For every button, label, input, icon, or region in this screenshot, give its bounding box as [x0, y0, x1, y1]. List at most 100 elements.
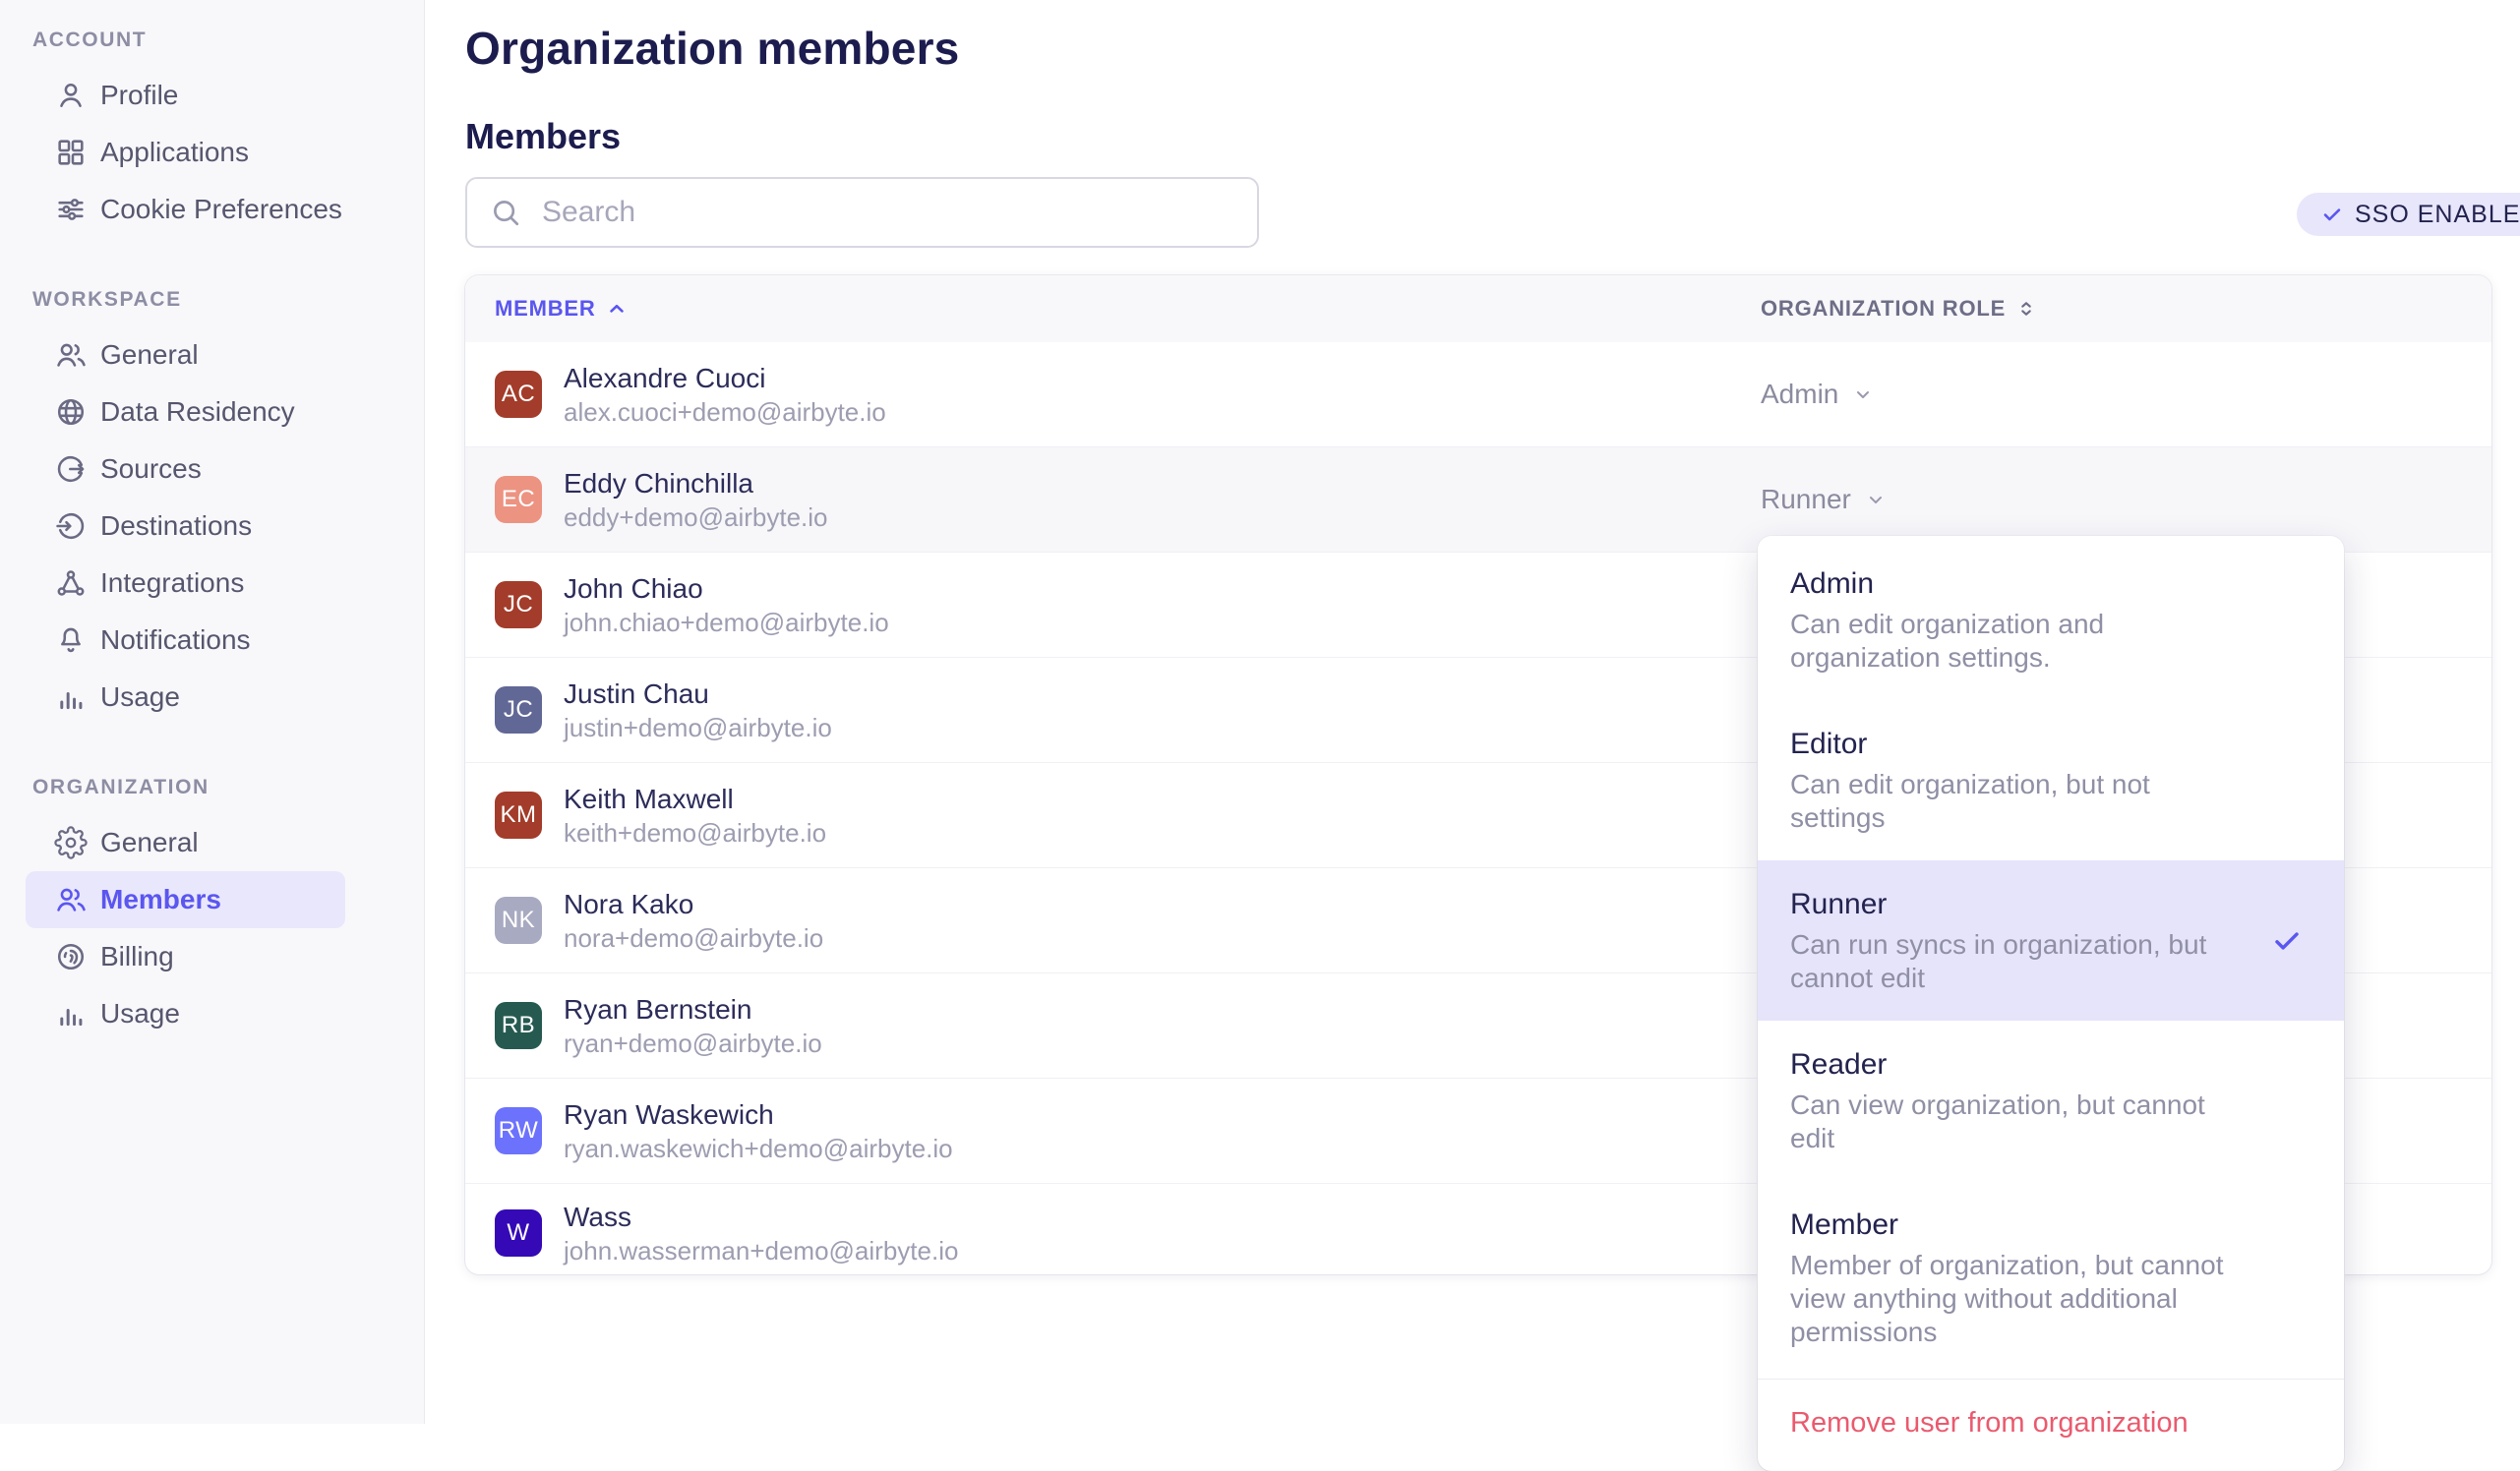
sidebar-item-label: Sources — [100, 453, 202, 485]
avatar: KM — [495, 792, 542, 839]
role-value: Runner — [1761, 484, 1851, 515]
avatar: RB — [495, 1002, 542, 1049]
member-name: John Chiao — [564, 570, 889, 607]
avatar: W — [495, 1209, 542, 1257]
role-option-reader[interactable]: Reader Can view organization, but cannot … — [1758, 1021, 2344, 1181]
sidebar-item-usage[interactable]: Usage — [0, 669, 424, 726]
sidebar-section-label: ORGANIZATION — [32, 775, 424, 800]
member-email: john.wasserman+demo@airbyte.io — [564, 1235, 958, 1267]
column-header-member[interactable]: MEMBER — [465, 296, 1761, 322]
member-info: John Chiaojohn.chiao+demo@airbyte.io — [564, 570, 889, 639]
member-cell: JC John Chiaojohn.chiao+demo@airbyte.io — [465, 570, 1761, 639]
avatar: JC — [495, 686, 542, 734]
sidebar-item-label: General — [100, 339, 199, 371]
role-select[interactable]: Runner — [1761, 484, 2491, 515]
role-option-name: Member — [1790, 1206, 2311, 1244]
member-name: Wass — [564, 1199, 958, 1235]
table-header: MEMBER ORGANIZATION ROLE — [465, 275, 2491, 342]
chevron-down-icon — [1864, 488, 1888, 511]
role-option-editor[interactable]: EditorCan edit organization, but not set… — [1758, 700, 2344, 860]
gear-icon — [54, 826, 88, 859]
role-dropdown-menu: Admin Can edit organization and organizat… — [1758, 536, 2344, 1471]
chart-icon — [54, 997, 88, 1030]
member-info: Nora Kakonora+demo@airbyte.io — [564, 886, 823, 955]
role-option-name: Runner — [1790, 886, 2311, 923]
role-option-description: Can run syncs in organization, but canno… — [1790, 928, 2252, 995]
sidebar-item-destinations[interactable]: Destinations — [0, 498, 424, 555]
member-info: Alexandre Cuocialex.cuoci+demo@airbyte.i… — [564, 360, 886, 429]
role-column-label: ORGANIZATION ROLE — [1761, 296, 2006, 322]
role-option-name: Admin — [1790, 565, 2311, 603]
role-option-member[interactable]: Member Member of organization, but cannot… — [1758, 1181, 2344, 1375]
globe-icon — [54, 395, 88, 429]
member-column-label: MEMBER — [495, 296, 596, 322]
sidebar-item-data-residency[interactable]: Data Residency — [0, 383, 424, 441]
member-email: nora+demo@airbyte.io — [564, 922, 823, 955]
member-cell: JC Justin Chaujustin+demo@airbyte.io — [465, 676, 1761, 744]
member-cell: W Wassjohn.wasserman+demo@airbyte.io — [465, 1199, 1761, 1267]
remove-user-button[interactable]: Remove user from organization — [1758, 1380, 2344, 1471]
sidebar-item-integrations[interactable]: Integrations — [0, 555, 424, 612]
role-value: Admin — [1761, 379, 1838, 410]
role-option-name: Reader — [1790, 1046, 2311, 1084]
user-icon — [54, 79, 88, 112]
member-email: eddy+demo@airbyte.io — [564, 501, 828, 534]
check-icon — [2320, 203, 2344, 226]
sidebar-item-general[interactable]: General — [0, 814, 424, 871]
sidebar-section-organization: ORGANIZATION General Members Billing Usage — [0, 775, 424, 1042]
member-cell: RBRyan Bernsteinryan+demo@airbyte.io — [465, 991, 1761, 1060]
search-icon — [489, 196, 522, 229]
member-cell: EC Eddy Chinchillaeddy+demo@airbyte.io — [465, 465, 1761, 534]
role-option-description: Member of organization, but cannot view … — [1790, 1249, 2252, 1349]
role-option-admin[interactable]: Admin Can edit organization and organizat… — [1758, 540, 2344, 700]
avatar: EC — [495, 476, 542, 523]
sidebar-item-label: Applications — [100, 137, 249, 168]
grid-icon — [54, 136, 88, 169]
sidebar-item-notifications[interactable]: Notifications — [0, 612, 424, 669]
sidebar-item-applications[interactable]: Applications — [0, 124, 424, 181]
member-name: Justin Chau — [564, 676, 832, 712]
sidebar-item-billing[interactable]: Billing — [0, 928, 424, 985]
bell-icon — [54, 623, 88, 657]
source-icon — [54, 452, 88, 486]
role-option-description: Can edit organization and organization s… — [1790, 608, 2252, 675]
selected-check-icon — [2271, 925, 2303, 957]
sidebar-item-label: Billing — [100, 941, 174, 972]
sidebar-item-members[interactable]: Members — [26, 871, 345, 928]
integrations-icon — [54, 566, 88, 600]
sidebar-item-sources[interactable]: Sources — [0, 441, 424, 498]
sidebar-item-cookie-preferences[interactable]: Cookie Preferences — [0, 181, 424, 238]
member-info: Eddy Chinchillaeddy+demo@airbyte.io — [564, 465, 828, 534]
sidebar-section-label: ACCOUNT — [32, 28, 424, 53]
sidebar-item-label: Cookie Preferences — [100, 194, 342, 225]
sidebar-item-label: Usage — [100, 681, 180, 713]
role-option-description: Can edit organization, but not settings — [1790, 768, 2252, 835]
search-input[interactable] — [540, 195, 1235, 230]
role-option-description: Can view organization, but cannot edit — [1790, 1089, 2252, 1155]
column-header-organization-role[interactable]: ORGANIZATION ROLE — [1761, 296, 2491, 322]
member-cell: NKNora Kakonora+demo@airbyte.io — [465, 886, 1761, 955]
sidebar-item-profile[interactable]: Profile — [0, 67, 424, 124]
member-name: Nora Kako — [564, 886, 823, 922]
member-name: Eddy Chinchilla — [564, 465, 828, 501]
role-select[interactable]: Admin — [1761, 379, 2491, 410]
chevron-down-icon — [1851, 382, 1875, 406]
billing-icon — [54, 940, 88, 973]
sidebar-item-usage[interactable]: Usage — [0, 985, 424, 1042]
role-option-runner[interactable]: Runner Can run syncs in organization, but… — [1758, 860, 2344, 1021]
settings-sidebar: ACCOUNT Profile Applications Cookie Prefere… — [0, 0, 425, 1424]
sidebar-item-label: General — [100, 827, 199, 858]
chart-icon — [54, 680, 88, 714]
search-box[interactable] — [465, 177, 1259, 248]
sidebar-item-label: Notifications — [100, 624, 251, 656]
sidebar-section-label: WORKSPACE — [32, 287, 424, 313]
table-row: ACAlexandre Cuocialex.cuoci+demo@airbyte… — [465, 342, 2491, 446]
sidebar-item-label: Integrations — [100, 567, 244, 599]
avatar: JC — [495, 581, 542, 628]
member-email: alex.cuoci+demo@airbyte.io — [564, 396, 886, 429]
sidebar-item-general[interactable]: General — [0, 326, 424, 383]
member-email: justin+demo@airbyte.io — [564, 712, 832, 744]
member-name: Alexandre Cuoci — [564, 360, 886, 396]
sidebar-section-account: ACCOUNT Profile Applications Cookie Prefere… — [0, 28, 424, 238]
member-email: john.chiao+demo@airbyte.io — [564, 607, 889, 639]
